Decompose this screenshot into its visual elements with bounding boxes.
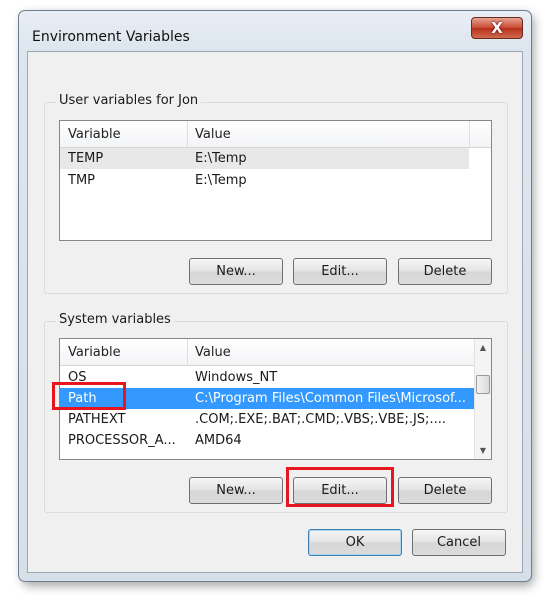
system-edit-button[interactable]: Edit... [293,477,387,504]
user-delete-button[interactable]: Delete [398,258,492,285]
system-variables-list[interactable]: Variable Value OS Windows_NT Path C:\Pro… [59,338,492,460]
list-item-processor-architecture[interactable]: PROCESSOR_A... AMD64 [60,430,474,451]
variable-name: TMP [68,173,95,188]
column-header-value[interactable]: Value [195,345,231,360]
column-header-value[interactable]: Value [195,127,231,142]
variable-value: Windows_NT [195,370,278,385]
list-item-pathext[interactable]: PATHEXT .COM;.EXE;.BAT;.CMD;.VBS;.VBE;.J… [60,409,474,430]
column-divider[interactable] [187,339,188,365]
list-item-path[interactable]: Path C:\Program Files\Common Files\Micro… [60,388,474,409]
cancel-button[interactable]: Cancel [412,529,506,556]
variable-name: PROCESSOR_A... [68,433,176,448]
variable-name: PATHEXT [68,412,126,427]
system-new-button[interactable]: New... [189,477,283,504]
variable-value: E:\Temp [195,173,247,188]
scroll-down-arrow-icon[interactable]: ▼ [475,442,491,459]
system-variables-label: System variables [56,312,174,327]
variable-value: E:\Temp [195,151,247,166]
variable-name: Path [68,391,97,406]
list-item-tmp[interactable]: TMP E:\Temp [60,170,469,191]
scroll-up-arrow-icon[interactable]: ▲ [475,339,491,356]
window-title: Environment Variables [32,29,190,45]
ok-button[interactable]: OK [308,529,402,556]
close-icon: X [491,19,503,37]
list-header: Variable Value [60,339,474,366]
column-divider[interactable] [469,121,470,147]
dialog-client-area: User variables for Jon Variable Value TE… [27,51,523,573]
list-header: Variable Value [60,121,491,148]
list-item-os[interactable]: OS Windows_NT [60,367,474,388]
close-button[interactable]: X [471,17,523,39]
variable-value: .COM;.EXE;.BAT;.CMD;.VBS;.VBE;.JS;.... [195,412,446,427]
variable-value: C:\Program Files\Common Files\Microsof..… [195,391,467,406]
column-divider[interactable] [187,121,188,147]
variable-name: OS [68,370,87,385]
user-edit-button[interactable]: Edit... [293,258,387,285]
system-delete-button[interactable]: Delete [398,477,492,504]
list-item-temp[interactable]: TEMP E:\Temp [60,148,469,169]
variable-value: AMD64 [195,433,242,448]
title-bar[interactable]: Environment Variables X [19,11,531,51]
user-new-button[interactable]: New... [189,258,283,285]
column-header-variable[interactable]: Variable [68,127,121,142]
vertical-scrollbar[interactable]: ▲ ▼ [474,339,491,459]
column-header-variable[interactable]: Variable [68,345,121,360]
scroll-thumb[interactable] [476,375,490,394]
user-variables-list[interactable]: Variable Value TEMP E:\Temp TMP E:\Temp [59,120,492,241]
variable-name: TEMP [68,151,104,166]
environment-variables-dialog: Environment Variables X User variables f… [18,10,532,582]
user-variables-label: User variables for Jon [56,93,202,108]
